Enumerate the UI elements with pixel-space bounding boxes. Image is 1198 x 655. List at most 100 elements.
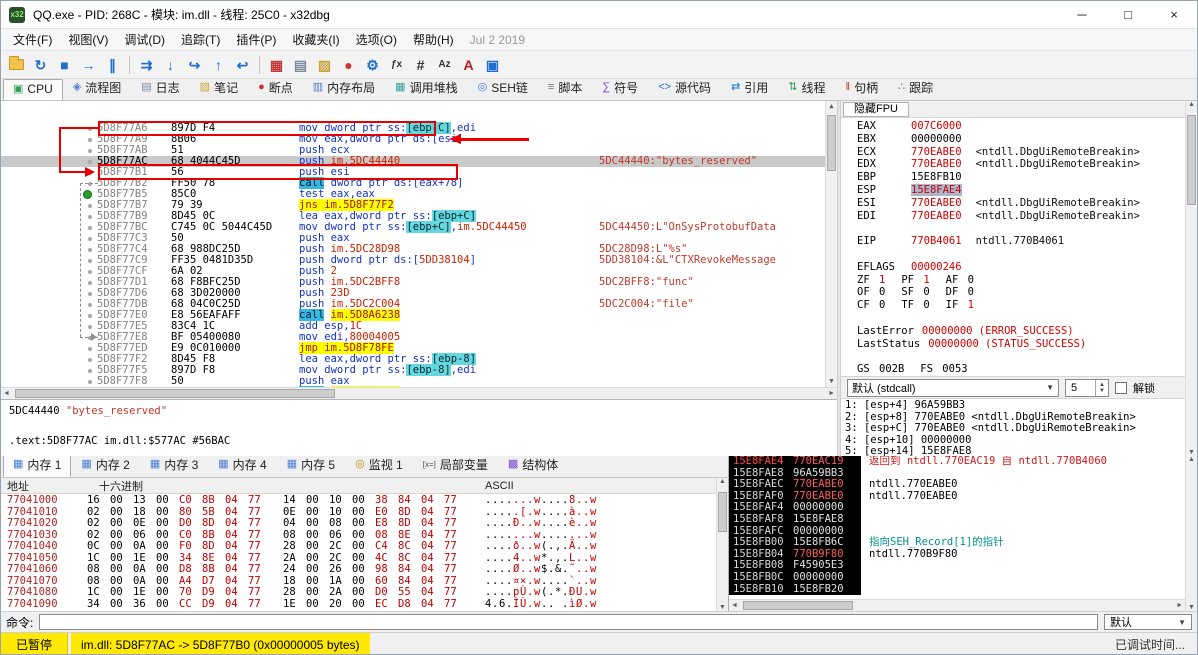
scroll-down-arrow-icon[interactable]: ▼ xyxy=(829,376,833,387)
close-button[interactable]: × xyxy=(1151,1,1197,28)
register-row[interactable]: EFLAGS 00000246 xyxy=(857,261,1185,274)
stepper-arrows-icon[interactable]: ▲ ▼ xyxy=(1095,379,1108,396)
scroll-up-arrow-icon[interactable]: ▲ xyxy=(829,101,833,112)
argument-row[interactable]: 1: [esp+4] 96A59BB3 xyxy=(845,399,1185,412)
step-over-icon[interactable]: ↪ xyxy=(183,54,206,76)
flags-row[interactable]: OF 0 SF 0 DF 0 xyxy=(857,286,1185,299)
stack-row[interactable]: 15E8FB00 15E8FB6C 指向SEH_Record[1]的指针 xyxy=(729,537,1185,549)
scroll-down-arrow-icon[interactable]: ▼ xyxy=(1188,449,1195,456)
patch-count-icon[interactable]: # xyxy=(409,54,432,76)
tab-trace[interactable]: ∴ 跟踪 xyxy=(888,76,943,100)
dump-row[interactable]: 77041020 02 00 0E 00 D0 8D 04 77 04 00 08 00 E8 8D 04 77… xyxy=(1,517,728,530)
tab-script[interactable]: ≡ 脚本 xyxy=(538,76,592,100)
dump-vscrollbar[interactable]: ▲ ▼ xyxy=(716,478,728,611)
register-row[interactable]: EBX 00000000 xyxy=(857,133,1185,146)
disasm-hscrollbar[interactable]: ◄ ► xyxy=(1,387,837,399)
scroll-down-arrow-icon[interactable]: ▼ xyxy=(1188,604,1195,611)
tab-memmap[interactable]: ▥ 内存布局 xyxy=(303,76,385,100)
stack-row[interactable]: 15E8FAF8 15E8FAE8 xyxy=(729,513,1185,526)
argument-count-stepper[interactable]: 5 ▲ ▼ xyxy=(1065,378,1109,397)
scroll-left-arrow-icon[interactable]: ◄ xyxy=(731,602,738,609)
menu-item[interactable]: 收藏夹(I) xyxy=(284,31,347,49)
scroll-left-arrow-icon[interactable]: ◄ xyxy=(3,390,10,397)
dump-row[interactable]: 77041040 0C 00 0A 00 F0 8D 04 77 28 00 2C 00 C4 8C 04 77… xyxy=(1,540,728,553)
registers-vscrollbar[interactable]: ▲ ▼ xyxy=(1185,101,1197,456)
tab-symbols[interactable]: ∑ 符号 xyxy=(592,76,648,100)
restart-icon[interactable]: ↻ xyxy=(29,54,52,76)
scroll-thumb[interactable] xyxy=(718,492,727,532)
command-profile-select[interactable]: 默认 ▼ xyxy=(1104,614,1192,630)
scroll-up-arrow-icon[interactable]: ▲ xyxy=(1188,101,1195,108)
tab-watch1[interactable]: ◎ 监视 1 xyxy=(345,453,413,477)
dump-row[interactable]: 77041000 16 00 13 00 C0 8B 04 77 14 00 10 00 38 84 04 77… xyxy=(1,494,728,507)
tab-dump2[interactable]: ▦ 内存 2 xyxy=(71,453,139,477)
strings-icon[interactable]: Az xyxy=(433,54,456,76)
assembler-fx-icon[interactable]: ƒx xyxy=(385,54,408,76)
flags-row[interactable]: ZF 1 PF 1 AF 0 xyxy=(857,274,1185,287)
dump-row[interactable]: 77041060 08 00 0A 00 D8 8B 04 77 24 00 26 00 98 84 04 77… xyxy=(1,563,728,576)
dump-row[interactable]: 77041090 34 00 36 00 CC D9 04 77 1E 00 20 00 EC D8 04 77… xyxy=(1,598,728,611)
menu-item[interactable]: 插件(P) xyxy=(228,31,284,49)
run-trace-icon[interactable]: ⇉ xyxy=(135,54,158,76)
tab-dump5[interactable]: ▦ 内存 5 xyxy=(277,453,345,477)
register-row[interactable]: ESI 770EABE0 <ntdll.DbgUiRemoteBreakin> xyxy=(857,197,1185,210)
stack-row[interactable]: 15E8FAE4 770EAC19 返回到 ntdll.770EAC19 自 ntd… xyxy=(729,456,1185,468)
tab-source[interactable]: <> 源代码 xyxy=(648,76,721,100)
scroll-right-arrow-icon[interactable]: ► xyxy=(828,390,835,397)
tab-graph[interactable]: ◈ 流程图 xyxy=(63,76,131,100)
scroll-down-arrow-icon[interactable]: ▼ xyxy=(719,604,726,611)
scroll-up-arrow-icon[interactable]: ▲ xyxy=(719,478,726,485)
tab-dump4[interactable]: ▦ 内存 4 xyxy=(208,453,276,477)
flags-row[interactable]: CF 0 TF 0 IF 1 xyxy=(857,299,1185,312)
stack-vscrollbar[interactable]: ▲ ▼ xyxy=(1185,456,1197,611)
register-row[interactable]: EAX 007C6000 xyxy=(857,120,1185,133)
stack-row[interactable]: 15E8FB10 15E8FB20 xyxy=(729,583,1185,596)
command-input[interactable] xyxy=(39,614,1098,630)
register-row[interactable]: EIP 770B4061 ntdll.770B4061 xyxy=(857,235,1185,248)
tab-dump1[interactable]: ▦ 内存 1 xyxy=(3,453,72,477)
step-into-icon[interactable]: ↓ xyxy=(159,54,182,76)
register-row[interactable]: ECX 770EABE0 <ntdll.DbgUiRemoteBreakin> xyxy=(857,146,1185,159)
register-row[interactable]: EDI 770EABE0 <ntdll.DbgUiRemoteBreakin> xyxy=(857,210,1185,223)
scroll-right-arrow-icon[interactable]: ► xyxy=(1176,602,1183,609)
notes-icon[interactable]: ▨ xyxy=(313,54,336,76)
run-to-return-icon[interactable]: ↩ xyxy=(231,54,254,76)
tab-references[interactable]: ⇄ 引用 xyxy=(721,76,778,100)
minimize-button[interactable]: ─ xyxy=(1059,1,1105,28)
argument-row[interactable]: 5: [esp+14] 15E8FAE8 xyxy=(845,445,1185,456)
stop-icon[interactable]: ■ xyxy=(53,54,76,76)
scroll-thumb[interactable] xyxy=(1187,115,1196,205)
maximize-button[interactable]: □ xyxy=(1105,1,1151,28)
scroll-thumb[interactable] xyxy=(743,601,853,610)
disasm-vscrollbar[interactable]: ▲ ▼ xyxy=(825,101,837,387)
register-row[interactable]: LastStatus 00000000 (STATUS_SUCCESS) xyxy=(857,338,1185,351)
tab-breakpoints[interactable]: ● 断点 xyxy=(248,76,303,100)
tab-locals[interactable]: [x=] 局部变量 xyxy=(413,453,498,477)
tab-log[interactable]: ▤ 日志 xyxy=(131,76,189,100)
tab-threads[interactable]: ⇅ 线程 xyxy=(778,76,835,100)
tab-handles[interactable]: ‖ 句柄 xyxy=(836,76,889,100)
argument-row[interactable]: 3: [esp+C] 770EABE0 <ntdll.DbgUiRemoteBr… xyxy=(845,422,1185,435)
menu-item[interactable]: 追踪(T) xyxy=(173,31,228,49)
scroll-thumb[interactable] xyxy=(827,115,836,171)
settings-gear-icon[interactable]: ⚙ xyxy=(361,54,384,76)
tab-callstack[interactable]: ▦ 调用堆栈 xyxy=(385,76,467,100)
register-row[interactable]: EDX 770EABE0 <ntdll.DbgUiRemoteBreakin> xyxy=(857,158,1185,171)
stack-row[interactable]: 15E8FB0C 00000000 xyxy=(729,571,1185,584)
scroll-thumb[interactable] xyxy=(15,389,335,398)
tab-dump3[interactable]: ▦ 内存 3 xyxy=(140,453,208,477)
hide-fpu-button[interactable]: 隐藏FPU xyxy=(843,101,909,117)
register-row[interactable]: EBP 15E8FB10 xyxy=(857,171,1185,184)
menu-item[interactable]: 选项(O) xyxy=(348,31,405,49)
patches-icon[interactable]: ▦ xyxy=(265,54,288,76)
scroll-up-arrow-icon[interactable]: ▲ xyxy=(1188,456,1195,463)
menu-item[interactable]: 帮助(H) xyxy=(405,31,462,49)
menu-item[interactable]: 调试(D) xyxy=(116,31,173,49)
flags-row[interactable]: GS 002B FS 0053 xyxy=(857,363,1185,376)
stack-hscrollbar[interactable]: ◄ ► xyxy=(729,599,1185,611)
pause-icon[interactable]: ∥ xyxy=(101,54,124,76)
register-row[interactable]: LastError 00000000 (ERROR_SUCCESS) xyxy=(857,325,1185,338)
menu-item[interactable]: 文件(F) xyxy=(5,31,60,49)
open-file-icon[interactable] xyxy=(5,54,28,76)
calling-convention-select[interactable]: 默认 (stdcall) ▼ xyxy=(847,378,1059,397)
